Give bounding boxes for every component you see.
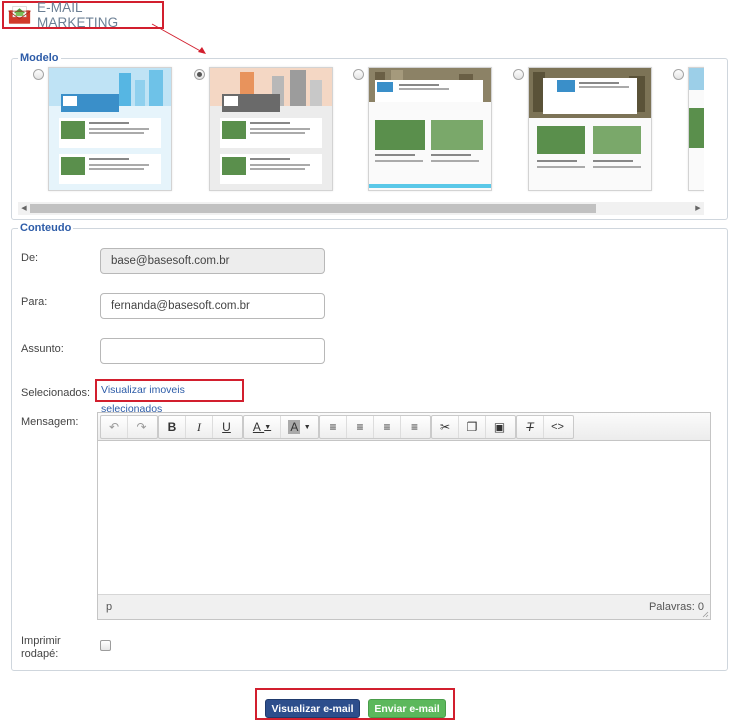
scroll-left-icon[interactable]: ◀ xyxy=(18,202,30,215)
template-preview-2 xyxy=(210,68,332,190)
rodape-checkbox[interactable] xyxy=(100,640,111,651)
template-carousel xyxy=(18,64,704,200)
redo-icon[interactable]: ↷ xyxy=(128,416,155,438)
template-preview-5 xyxy=(689,68,704,190)
de-label: De: xyxy=(21,252,39,264)
cut-icon[interactable]: ✂ xyxy=(432,416,459,438)
template-thumbnail-3[interactable] xyxy=(368,67,492,191)
scroll-right-icon[interactable]: ▶ xyxy=(692,202,704,215)
bold-icon[interactable]: B xyxy=(159,416,186,438)
template-thumbnail-5[interactable] xyxy=(688,67,704,191)
assunto-field[interactable] xyxy=(100,338,325,364)
editor-toolbar: ↶ ↷ B I U A ▼ A ▼ ≡ ≡ ≡ ≡ ✂ ❐ ▣ T <> xyxy=(98,413,710,441)
rodape-label: Imprimir rodapé: xyxy=(21,635,61,660)
resize-handle-icon[interactable] xyxy=(702,611,709,618)
align-center-icon[interactable]: ≡ xyxy=(347,416,374,438)
para-label: Para: xyxy=(21,296,48,308)
template-preview-3 xyxy=(369,68,491,190)
italic-icon[interactable]: I xyxy=(186,416,213,438)
conteudo-legend: Conteudo xyxy=(20,222,72,234)
text-color-icon[interactable]: A ▼ xyxy=(244,416,281,438)
word-count: Palavras: 0 xyxy=(648,601,704,613)
justify-icon[interactable]: ≡ xyxy=(401,416,428,438)
history-group: ↶ ↷ xyxy=(100,415,158,439)
align-left-icon[interactable]: ≡ xyxy=(320,416,347,438)
visualizar-email-button[interactable]: Visualizar e-mail xyxy=(265,699,360,718)
scrollbar-thumb[interactable] xyxy=(30,204,596,213)
para-field[interactable]: fernanda@basesoft.com.br xyxy=(100,293,325,319)
source-code-icon[interactable]: <> xyxy=(544,416,571,438)
selecionados-label: Selecionados: xyxy=(21,387,91,399)
color-group: A ▼ A ▼ xyxy=(243,415,319,439)
envelope-icon xyxy=(8,6,32,24)
enviar-email-button[interactable]: Enviar e-mail xyxy=(368,699,446,718)
align-right-icon[interactable]: ≡ xyxy=(374,416,401,438)
template-radio-5[interactable] xyxy=(673,69,684,80)
template-radio-1[interactable] xyxy=(33,69,44,80)
template-radio-2[interactable] xyxy=(194,69,205,80)
visualizar-imoveis-link[interactable]: Visualizar imoveis selecionados xyxy=(95,379,244,415)
template-radio-3[interactable] xyxy=(353,69,364,80)
de-field: base@basesoft.com.br xyxy=(100,248,325,274)
misc-group: T <> xyxy=(516,415,574,439)
carousel-scrollbar[interactable]: ◀ ▶ xyxy=(18,202,704,215)
clipboard-group: ✂ ❐ ▣ xyxy=(431,415,516,439)
format-group: B I U xyxy=(158,415,243,439)
undo-icon[interactable]: ↶ xyxy=(101,416,128,438)
background-color-icon[interactable]: A ▼ xyxy=(281,416,318,438)
template-preview-1 xyxy=(49,68,171,190)
underline-icon[interactable]: U xyxy=(213,416,240,438)
element-path[interactable]: p xyxy=(106,601,112,613)
template-radio-4[interactable] xyxy=(513,69,524,80)
template-thumbnail-2[interactable] xyxy=(209,67,333,191)
template-preview-4 xyxy=(529,68,651,190)
template-thumbnail-1[interactable] xyxy=(48,67,172,191)
editor-statusbar: p Palavras: 0 xyxy=(98,594,710,619)
align-group: ≡ ≡ ≡ ≡ xyxy=(319,415,431,439)
modelo-legend: Modelo xyxy=(20,52,59,64)
page-title: E-MAIL MARKETING xyxy=(37,0,119,30)
clear-format-icon[interactable]: T xyxy=(517,416,544,438)
mensagem-label: Mensagem: xyxy=(21,416,79,428)
template-thumbnail-4[interactable] xyxy=(528,67,652,191)
message-editor[interactable]: ↶ ↷ B I U A ▼ A ▼ ≡ ≡ ≡ ≡ ✂ ❐ ▣ T <> p P… xyxy=(97,412,711,620)
copy-icon[interactable]: ❐ xyxy=(459,416,486,438)
paste-icon[interactable]: ▣ xyxy=(486,416,513,438)
assunto-label: Assunto: xyxy=(21,343,64,355)
page-title-box: E-MAIL MARKETING xyxy=(2,0,164,30)
